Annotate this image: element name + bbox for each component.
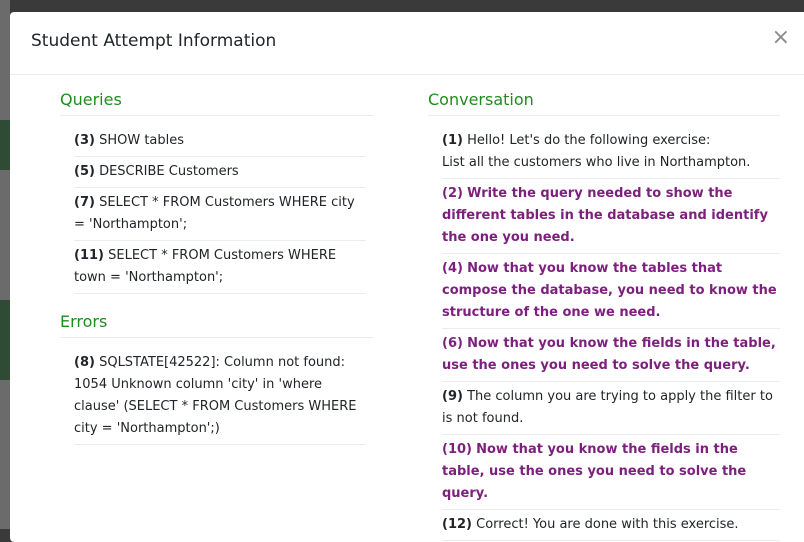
item-text-line2: List all the customers who live in North… xyxy=(442,155,751,170)
item-number: (3) xyxy=(74,133,95,148)
list-item: (4) Now that you know the tables that co… xyxy=(442,254,780,329)
item-number: (1) xyxy=(442,133,463,148)
list-item: (2) Write the query needed to show the d… xyxy=(442,179,780,254)
list-item: (3) SHOW tables xyxy=(74,126,366,157)
item-number: (7) xyxy=(74,195,95,210)
right-column: Conversation (1) Hello! Let's do the fol… xyxy=(428,82,780,541)
list-item: (1) Hello! Let's do the following exerci… xyxy=(442,126,780,179)
item-text: Hello! Let's do the following exercise: xyxy=(467,133,711,148)
left-column: Queries (3) SHOW tables (5) DESCRIBE Cus… xyxy=(60,82,374,445)
item-text: SHOW tables xyxy=(99,133,185,148)
item-number: (2) xyxy=(442,186,463,201)
item-number: (11) xyxy=(74,248,104,263)
item-text: The column you are trying to apply the f… xyxy=(442,389,773,426)
item-text: Write the query needed to show the diffe… xyxy=(442,186,768,245)
list-item: (10) Now that you know the fields in the… xyxy=(442,435,780,510)
list-item: (8) SQLSTATE[42522]: Column not found: 1… xyxy=(74,348,366,445)
item-text: DESCRIBE Customers xyxy=(99,164,239,179)
backdrop-block xyxy=(0,120,10,170)
errors-title: Errors xyxy=(60,312,374,338)
queries-list: (3) SHOW tables (5) DESCRIBE Customers (… xyxy=(74,126,366,294)
item-text: SELECT * FROM Customers WHERE city = 'No… xyxy=(74,195,355,232)
item-number: (8) xyxy=(74,355,95,370)
student-attempt-modal: Student Attempt Information × Queries (3… xyxy=(10,12,804,542)
list-item: (12) Correct! You are done with this exe… xyxy=(442,510,780,541)
list-item: (6) Now that you know the fields in the … xyxy=(442,329,780,382)
item-text: Correct! You are done with this exercise… xyxy=(476,517,739,532)
list-item: (5) DESCRIBE Customers xyxy=(74,157,366,188)
item-text: Now that you know the tables that compos… xyxy=(442,261,777,320)
item-number: (12) xyxy=(442,517,472,532)
item-text: SQLSTATE[42522]: Column not found: 1054 … xyxy=(74,355,357,436)
list-item: (9) The column you are trying to apply t… xyxy=(442,382,780,435)
item-number: (9) xyxy=(442,389,463,404)
item-number: (5) xyxy=(74,164,95,179)
list-item: (11) SELECT * FROM Customers WHERE town … xyxy=(74,241,366,294)
item-number: (6) xyxy=(442,336,463,351)
conversation-list: (1) Hello! Let's do the following exerci… xyxy=(442,126,780,541)
conversation-title: Conversation xyxy=(428,90,780,116)
queries-title: Queries xyxy=(60,90,374,116)
close-icon[interactable]: × xyxy=(766,26,796,50)
item-text: SELECT * FROM Customers WHERE town = 'No… xyxy=(74,248,337,285)
errors-list: (8) SQLSTATE[42522]: Column not found: 1… xyxy=(74,348,366,445)
modal-title: Student Attempt Information xyxy=(31,31,277,51)
item-number: (4) xyxy=(442,261,463,276)
page-backdrop xyxy=(0,0,10,529)
item-number: (10) xyxy=(442,442,472,457)
backdrop-block xyxy=(0,300,10,380)
list-item: (7) SELECT * FROM Customers WHERE city =… xyxy=(74,188,366,241)
item-text: Now that you know the fields in the tabl… xyxy=(442,442,747,501)
item-text: Now that you know the fields in the tabl… xyxy=(442,336,776,373)
modal-header: Student Attempt Information × xyxy=(10,12,804,75)
